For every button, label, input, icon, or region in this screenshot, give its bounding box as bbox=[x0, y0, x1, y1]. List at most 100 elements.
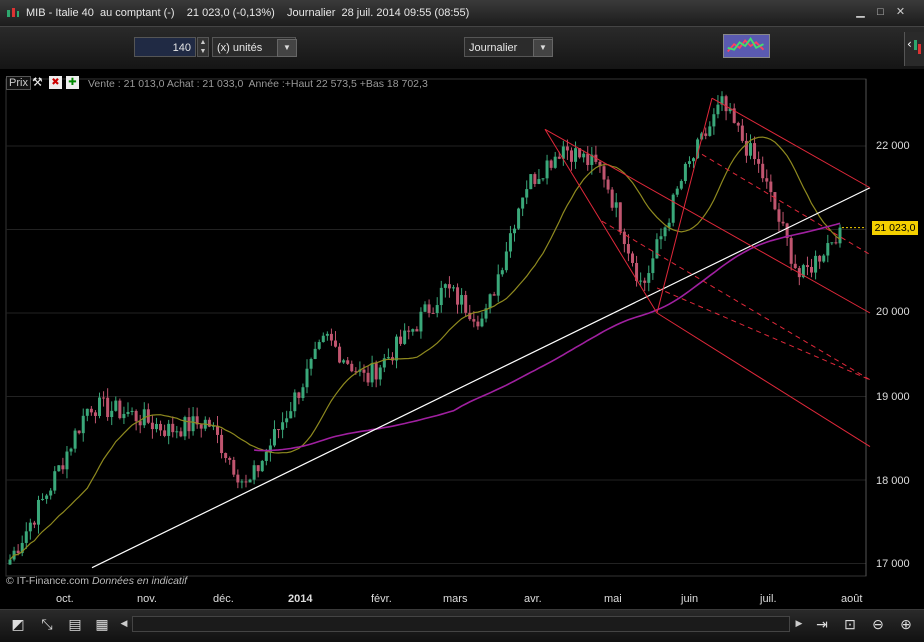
x-tick: mai bbox=[604, 593, 622, 605]
candle-body bbox=[643, 280, 647, 283]
candle-body bbox=[329, 333, 333, 341]
candle-body bbox=[838, 227, 842, 244]
chart-thumbnail-icon bbox=[727, 37, 765, 53]
candle-body bbox=[565, 146, 569, 151]
chevron-down-icon[interactable]: ▼ bbox=[533, 39, 553, 57]
candle-body bbox=[533, 174, 537, 184]
maximize-icon[interactable]: □ bbox=[874, 7, 887, 18]
candle-body bbox=[362, 369, 366, 373]
candle-body bbox=[614, 202, 618, 208]
candle-body bbox=[77, 430, 81, 434]
candle-body bbox=[740, 125, 744, 141]
candle-body bbox=[240, 481, 244, 483]
candle-body bbox=[826, 243, 830, 256]
candle-body bbox=[342, 360, 346, 363]
chevron-down-icon[interactable]: ▼ bbox=[277, 39, 297, 57]
indicator-tool-icon[interactable]: ▦ bbox=[92, 614, 112, 634]
candle-body bbox=[488, 294, 492, 309]
candle-body bbox=[122, 413, 126, 419]
candle-body bbox=[781, 221, 785, 224]
drawing-tool-icon[interactable]: ▤ bbox=[65, 614, 85, 634]
candle-body bbox=[582, 153, 586, 158]
candle-body bbox=[549, 160, 553, 168]
candle-body bbox=[277, 429, 281, 431]
scroll-left-icon[interactable]: ◀ bbox=[118, 616, 130, 630]
x-tick: déc. bbox=[213, 593, 234, 605]
candle-body bbox=[692, 158, 696, 162]
candle-body bbox=[350, 363, 354, 372]
candle-body bbox=[309, 359, 313, 369]
units-select-label: (x) unités bbox=[217, 42, 263, 54]
candle-body bbox=[199, 424, 203, 429]
candle-body bbox=[321, 335, 325, 343]
candle-body bbox=[606, 179, 610, 190]
candle-body bbox=[537, 179, 541, 184]
chart-style-button[interactable] bbox=[723, 34, 770, 58]
candle-body bbox=[415, 329, 419, 332]
candle-body bbox=[655, 239, 659, 259]
cursor-tool-icon[interactable]: ⤡ bbox=[37, 614, 57, 634]
remove-indicator-icon[interactable]: ✖ bbox=[49, 76, 62, 89]
candle-body bbox=[679, 181, 683, 189]
candle-body bbox=[675, 188, 679, 195]
price-chart[interactable] bbox=[2, 71, 922, 609]
candle-body bbox=[386, 357, 390, 359]
candle-body bbox=[557, 156, 561, 159]
candle-body bbox=[541, 178, 545, 180]
x-tick: oct. bbox=[56, 593, 74, 605]
zoom-fit-icon[interactable]: ⊡ bbox=[840, 614, 860, 634]
candle-body bbox=[232, 459, 236, 475]
side-panel-toggle[interactable]: ‹ bbox=[904, 32, 924, 66]
candle-body bbox=[187, 417, 191, 432]
candle-body bbox=[508, 233, 512, 252]
candle-body bbox=[85, 408, 89, 416]
zoom-in-icon[interactable]: ⊕ bbox=[896, 614, 916, 634]
candle-body bbox=[110, 410, 114, 418]
minimize-icon[interactable]: ▁ bbox=[854, 7, 867, 18]
scroll-right-icon[interactable]: ▶ bbox=[793, 616, 805, 630]
add-indicator-icon[interactable]: ✚ bbox=[66, 76, 79, 89]
candle-body bbox=[748, 143, 752, 156]
candle-body bbox=[49, 490, 53, 496]
candle-body bbox=[753, 143, 757, 160]
candle-body bbox=[89, 408, 93, 413]
y-tick: 19 000 bbox=[876, 391, 910, 403]
x-tick: juin bbox=[681, 593, 699, 605]
channel-midline bbox=[601, 220, 871, 381]
y-tick: 18 000 bbox=[876, 475, 910, 487]
candle-body bbox=[260, 460, 264, 472]
candle-body bbox=[822, 255, 826, 262]
candle-body bbox=[244, 481, 248, 483]
candle-body bbox=[24, 531, 28, 543]
close-icon[interactable]: ✕ bbox=[894, 7, 907, 18]
candle-body bbox=[651, 258, 655, 274]
candle-body bbox=[724, 96, 728, 112]
candle-body bbox=[777, 209, 781, 222]
data-disclaimer: Données en indicatif bbox=[91, 575, 188, 587]
chart-panel[interactable] bbox=[2, 71, 922, 609]
candle-body bbox=[545, 160, 549, 179]
candle-body bbox=[805, 265, 809, 267]
candle-body bbox=[647, 273, 651, 283]
candle-body bbox=[411, 329, 415, 332]
candle-body bbox=[765, 178, 769, 182]
candle-body bbox=[81, 415, 85, 434]
candle-body bbox=[704, 133, 708, 136]
candle-body bbox=[574, 148, 578, 162]
candle-body bbox=[36, 499, 40, 525]
candle-body bbox=[476, 321, 480, 327]
horizontal-scrollbar[interactable] bbox=[132, 616, 790, 632]
zoom-out-icon[interactable]: ⊖ bbox=[868, 614, 888, 634]
candle-body bbox=[480, 318, 484, 327]
wrench-icon[interactable]: ⚒ bbox=[32, 76, 45, 89]
candle-body bbox=[179, 431, 183, 437]
candle-body bbox=[830, 242, 834, 244]
channel-connector bbox=[544, 129, 658, 314]
chart-tool-icon[interactable]: ◩ bbox=[8, 614, 28, 634]
units-spinner[interactable]: ▲ ▼ bbox=[197, 37, 209, 57]
x-tick: mars bbox=[443, 593, 468, 605]
fit-icon[interactable]: ⇥ bbox=[812, 614, 832, 634]
candle-body bbox=[346, 360, 350, 364]
units-input[interactable]: 140 bbox=[134, 37, 196, 57]
candle-body bbox=[618, 202, 622, 232]
